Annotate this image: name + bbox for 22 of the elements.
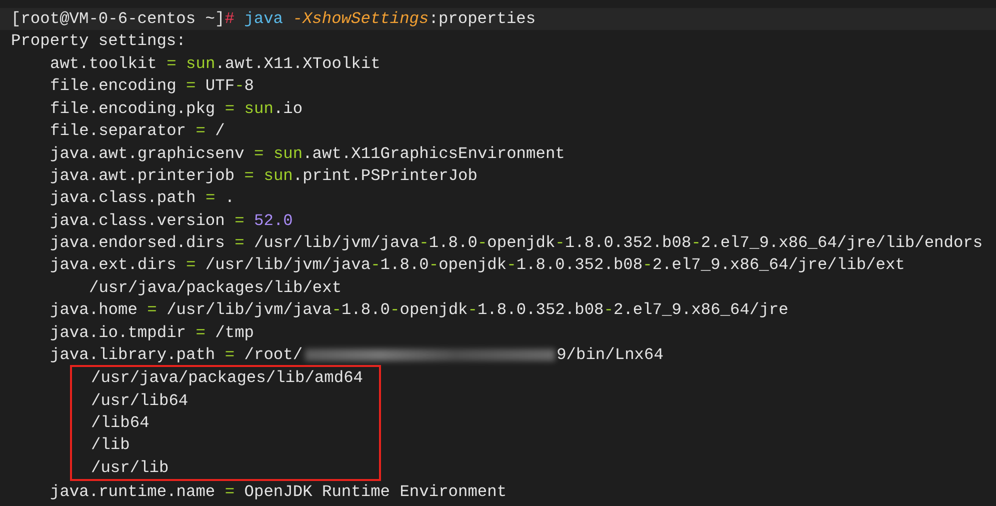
terminal-line: java.library.path = /root/ bbox=[50, 346, 303, 364]
terminal-line: java.class.path = . bbox=[50, 189, 235, 208]
terminal-line: java.io.tmpdir = /tmp bbox=[50, 324, 254, 342]
terminal-line: java.ext.dirs = /usr/lib/jvm/java-1.8.0-openjdk-1.8.0.352.b08-2.el7_9.x86_64/jre/lib/ext bbox=[50, 256, 905, 274]
terminal-line: /usr/lib bbox=[91, 458, 170, 479]
terminal-line: java.runtime.name = OpenJDK Runtime Environment bbox=[50, 483, 507, 502]
terminal-line: java.endorsed.dirs = /usr/lib/jvm/java-1.8.0-openjdk-1.8.0.352.b08-2.el7_9.x86_64/jre/lib/endors bbox=[50, 234, 983, 252]
terminal-line: file.separator = / bbox=[50, 122, 225, 140]
terminal-line: /usr/lib64 bbox=[91, 390, 190, 412]
terminal-line: awt.toolkit = sun.awt.X11.XToolkit bbox=[50, 54, 380, 73]
terminal-line: Property settings: bbox=[11, 31, 187, 52]
terminal-line: /usr/java/packages/lib/amd64 bbox=[91, 368, 364, 390]
terminal-line: file.encoding = UTF-8 bbox=[50, 77, 254, 96]
terminal-line: java.class.version = 52.0 bbox=[50, 212, 293, 230]
terminal-line: file.encoding.pkg = sun.io bbox=[50, 100, 303, 118]
terminal-line: 9/bin/Lnx64 bbox=[556, 346, 664, 364]
terminal-line: /usr/java/packages/lib/ext bbox=[89, 278, 343, 299]
terminal-line: java.awt.graphicsenv = sun.awt.X11GraphicsEnvironment bbox=[50, 144, 565, 163]
terminal-line: /lib bbox=[91, 435, 131, 456]
terminal-line: java.awt.printerjob = sun.print.PSPrinterJob bbox=[50, 166, 478, 185]
terminal-line: /lib64 bbox=[91, 413, 150, 434]
terminal-line: java.home = /usr/lib/jvm/java-1.8.0-openjdk-1.8.0.352.b08-2.el7_9.x86_64/jre bbox=[50, 301, 788, 320]
